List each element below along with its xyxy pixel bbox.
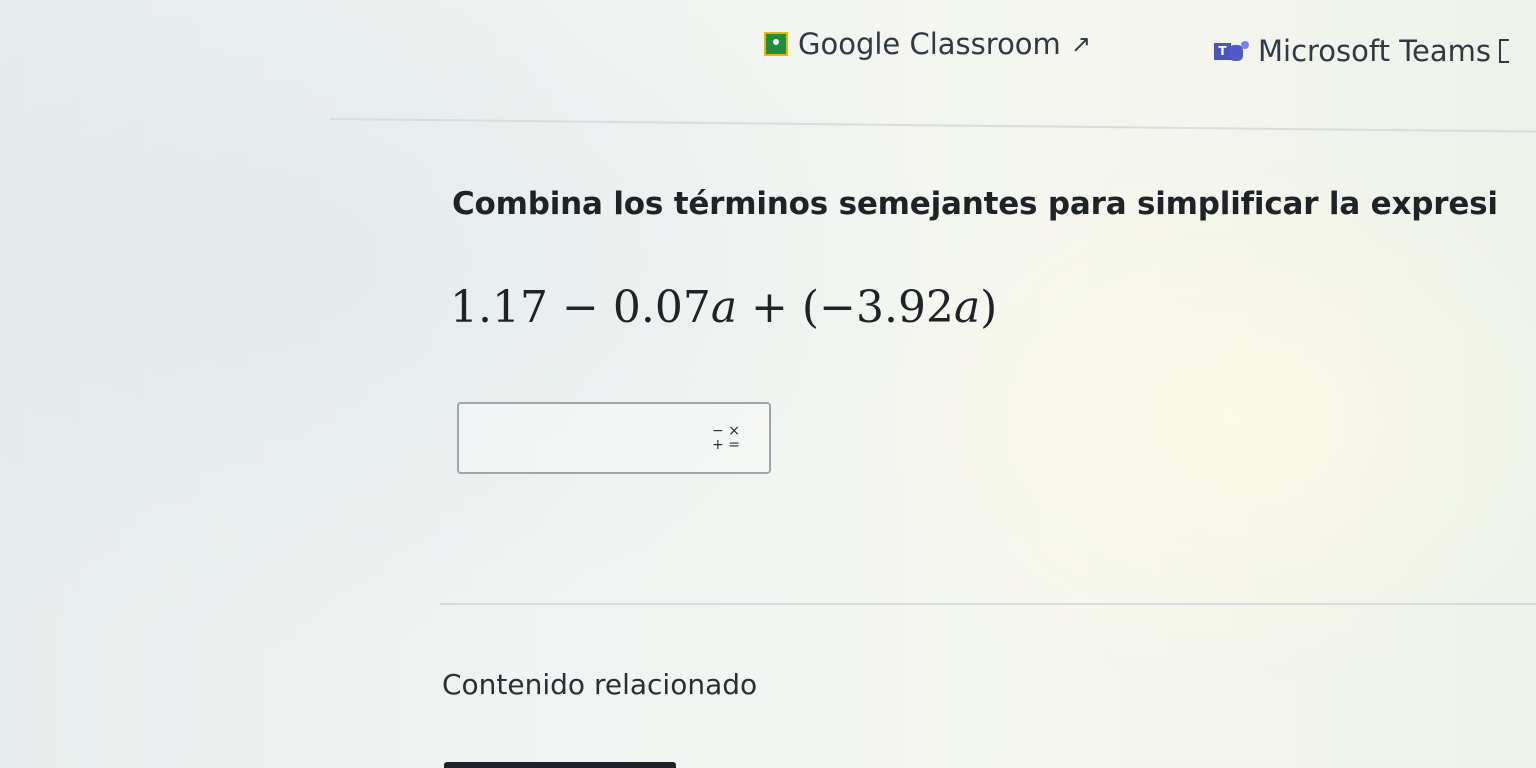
microsoft-teams-icon: T: [1214, 37, 1250, 65]
expr-variable-1: a: [710, 282, 738, 333]
google-classroom-icon: [764, 32, 788, 56]
expr-coefficient-2: −3.92: [819, 282, 954, 333]
expr-operator-plus: +: [751, 282, 788, 333]
expr-close-paren: ): [980, 282, 998, 333]
related-content-heading: Contenido relacionado: [442, 668, 758, 701]
microsoft-teams-label: Microsoft Teams: [1258, 34, 1491, 68]
google-classroom-label: Google Classroom: [798, 27, 1061, 61]
math-expression: 1.17 − 0.07a + (−3.92a): [450, 282, 997, 333]
keypad-icon-bottom: + =: [712, 437, 740, 453]
related-content-thumbnail-edge[interactable]: [444, 762, 676, 768]
bottom-divider: [440, 603, 1536, 605]
microsoft-teams-link[interactable]: T Microsoft Teams: [1214, 34, 1509, 68]
keypad-icon-top: − ×: [712, 423, 740, 439]
google-classroom-link[interactable]: Google Classroom ↗: [764, 27, 1091, 61]
top-divider: [329, 118, 1536, 133]
exercise-page: Google Classroom ↗ T Microsoft Teams Com…: [0, 0, 1536, 768]
expr-constant: 1.17: [450, 282, 548, 333]
math-keypad-icon[interactable]: − × + =: [711, 424, 741, 456]
expr-coefficient-1: 0.07: [612, 282, 711, 333]
external-link-icon: [1498, 39, 1509, 63]
answer-box[interactable]: − × + =: [457, 402, 771, 474]
answer-input[interactable]: [467, 412, 691, 466]
expr-operator-minus: −: [561, 282, 599, 333]
expr-open-paren: (: [801, 282, 820, 333]
expr-variable-2: a: [953, 282, 981, 333]
problem-prompt: Combina los términos semejantes para sim…: [452, 186, 1498, 222]
external-link-icon: ↗: [1070, 30, 1091, 58]
